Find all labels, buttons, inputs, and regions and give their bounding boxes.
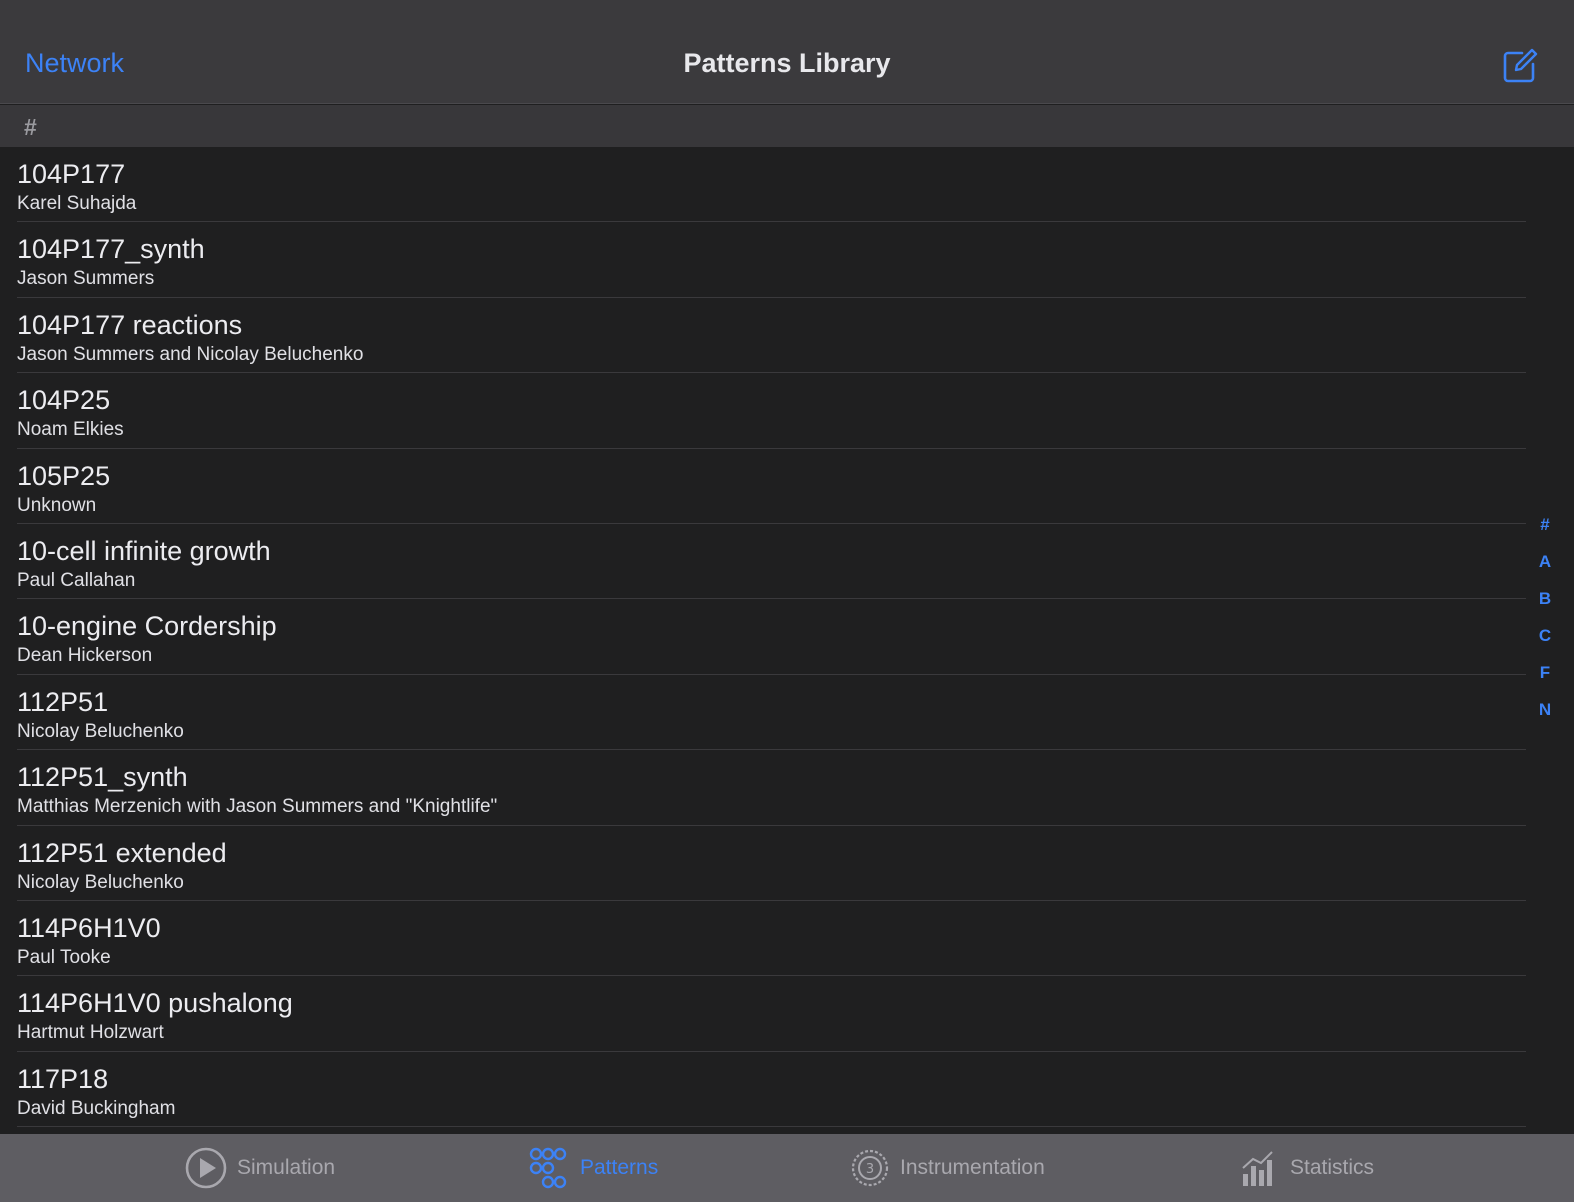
- index-item-c[interactable]: C: [1530, 624, 1560, 661]
- pattern-name: 114P6H1V0 pushalong: [17, 988, 293, 1019]
- svg-text:3: 3: [866, 1162, 874, 1177]
- play-circle-icon: [185, 1147, 227, 1189]
- list-item[interactable]: 10-engine Cordership Dean Hickerson: [0, 599, 1574, 676]
- tab-bar: Simulation Patterns 3 Instrumentation St…: [0, 1134, 1574, 1202]
- pattern-author: Matthias Merzenich with Jason Summers an…: [17, 796, 498, 818]
- pattern-author: David Buckingham: [17, 1097, 176, 1119]
- index-item-f[interactable]: F: [1530, 661, 1560, 698]
- index-item-a[interactable]: A: [1530, 550, 1560, 587]
- page-title: Patterns Library: [683, 48, 891, 78]
- section-header: #: [0, 105, 1574, 147]
- navigation-bar: Network Patterns Library: [0, 0, 1574, 104]
- list-item[interactable]: 104P177 Karel Suhajda: [0, 147, 1574, 223]
- app-window: Network Patterns Library # 104P177 Karel…: [0, 0, 1574, 1202]
- chart-icon: [1240, 1148, 1280, 1188]
- tab-patterns-label: Patterns: [580, 1156, 659, 1179]
- list-item[interactable]: 105P25 Unknown: [0, 449, 1574, 525]
- pattern-author: Unknown: [17, 494, 97, 516]
- tab-statistics[interactable]: Statistics: [1240, 1134, 1374, 1202]
- list-item[interactable]: 112P51 extended Nicolay Beluchenko: [0, 826, 1574, 902]
- pattern-name: 114P6H1V0: [17, 912, 161, 943]
- pattern-name: 105P25: [17, 460, 111, 491]
- tab-instrumentation[interactable]: 3 Instrumentation: [850, 1134, 1045, 1202]
- pattern-name: 104P177 reactions: [17, 309, 243, 340]
- index-item-n[interactable]: N: [1530, 698, 1560, 735]
- tab-instrumentation-label: Instrumentation: [900, 1156, 1045, 1179]
- pattern-name: 112P51 extended: [17, 837, 227, 868]
- gauge-icon: 3: [850, 1148, 890, 1188]
- tab-simulation[interactable]: Simulation: [185, 1134, 335, 1202]
- pattern-author: Nicolay Beluchenko: [17, 720, 184, 742]
- list-item[interactable]: 104P177 reactions Jason Summers and Nico…: [0, 298, 1574, 374]
- pattern-author: Dean Hickerson: [17, 645, 153, 667]
- pattern-author: Noam Elkies: [17, 419, 124, 441]
- pattern-author: Nicolay Beluchenko: [17, 871, 184, 893]
- pattern-name: 104P177: [17, 159, 126, 189]
- pattern-name: 117P18: [17, 1063, 109, 1094]
- pattern-name: 112P51: [17, 686, 109, 717]
- patterns-icon: [526, 1146, 570, 1190]
- section-index-bar[interactable]: # A B C F N: [1530, 513, 1560, 735]
- patterns-list: 104P177 Karel Suhajda 104P177_synth Jaso…: [0, 147, 1574, 1134]
- index-item-hash[interactable]: #: [1530, 513, 1560, 550]
- pattern-author: Hartmut Holzwart: [17, 1022, 164, 1044]
- pattern-author: Paul Callahan: [17, 569, 136, 591]
- pattern-name: 10-engine Cordership: [17, 611, 277, 642]
- list-item[interactable]: 117P18 David Buckingham: [0, 1052, 1574, 1128]
- pattern-author: Karel Suhajda: [17, 193, 137, 214]
- list-item[interactable]: 104P177_synth Jason Summers: [0, 222, 1574, 299]
- list-item[interactable]: 112P51_synth Matthias Merzenich with Jas…: [0, 750, 1574, 826]
- tab-statistics-label: Statistics: [1290, 1156, 1375, 1179]
- pattern-author: Jason Summers: [17, 268, 155, 290]
- compose-icon[interactable]: [1502, 48, 1538, 84]
- list-item[interactable]: 104P25 Noam Elkies: [0, 373, 1574, 449]
- pattern-name: 104P177_synth: [17, 234, 205, 265]
- tab-patterns[interactable]: Patterns: [526, 1134, 658, 1202]
- pattern-author: Jason Summers and Nicolay Beluchenko: [17, 343, 364, 365]
- list-item[interactable]: 114P6H1V0 pushalong Hartmut Holzwart: [0, 976, 1574, 1053]
- section-header-label: #: [24, 114, 37, 140]
- list-item[interactable]: 10-cell infinite growth Paul Callahan: [0, 524, 1574, 600]
- pattern-name: 112P51_synth: [17, 762, 188, 793]
- list-item[interactable]: 112P51 Nicolay Beluchenko: [0, 675, 1574, 751]
- list-item[interactable]: 114P6H1V0 Paul Tooke: [0, 901, 1574, 977]
- pattern-name: 104P25: [17, 385, 111, 416]
- tab-simulation-label: Simulation: [237, 1156, 336, 1179]
- index-item-b[interactable]: B: [1530, 587, 1560, 624]
- pattern-author: Paul Tooke: [17, 946, 111, 968]
- pattern-name: 10-cell infinite growth: [17, 535, 271, 566]
